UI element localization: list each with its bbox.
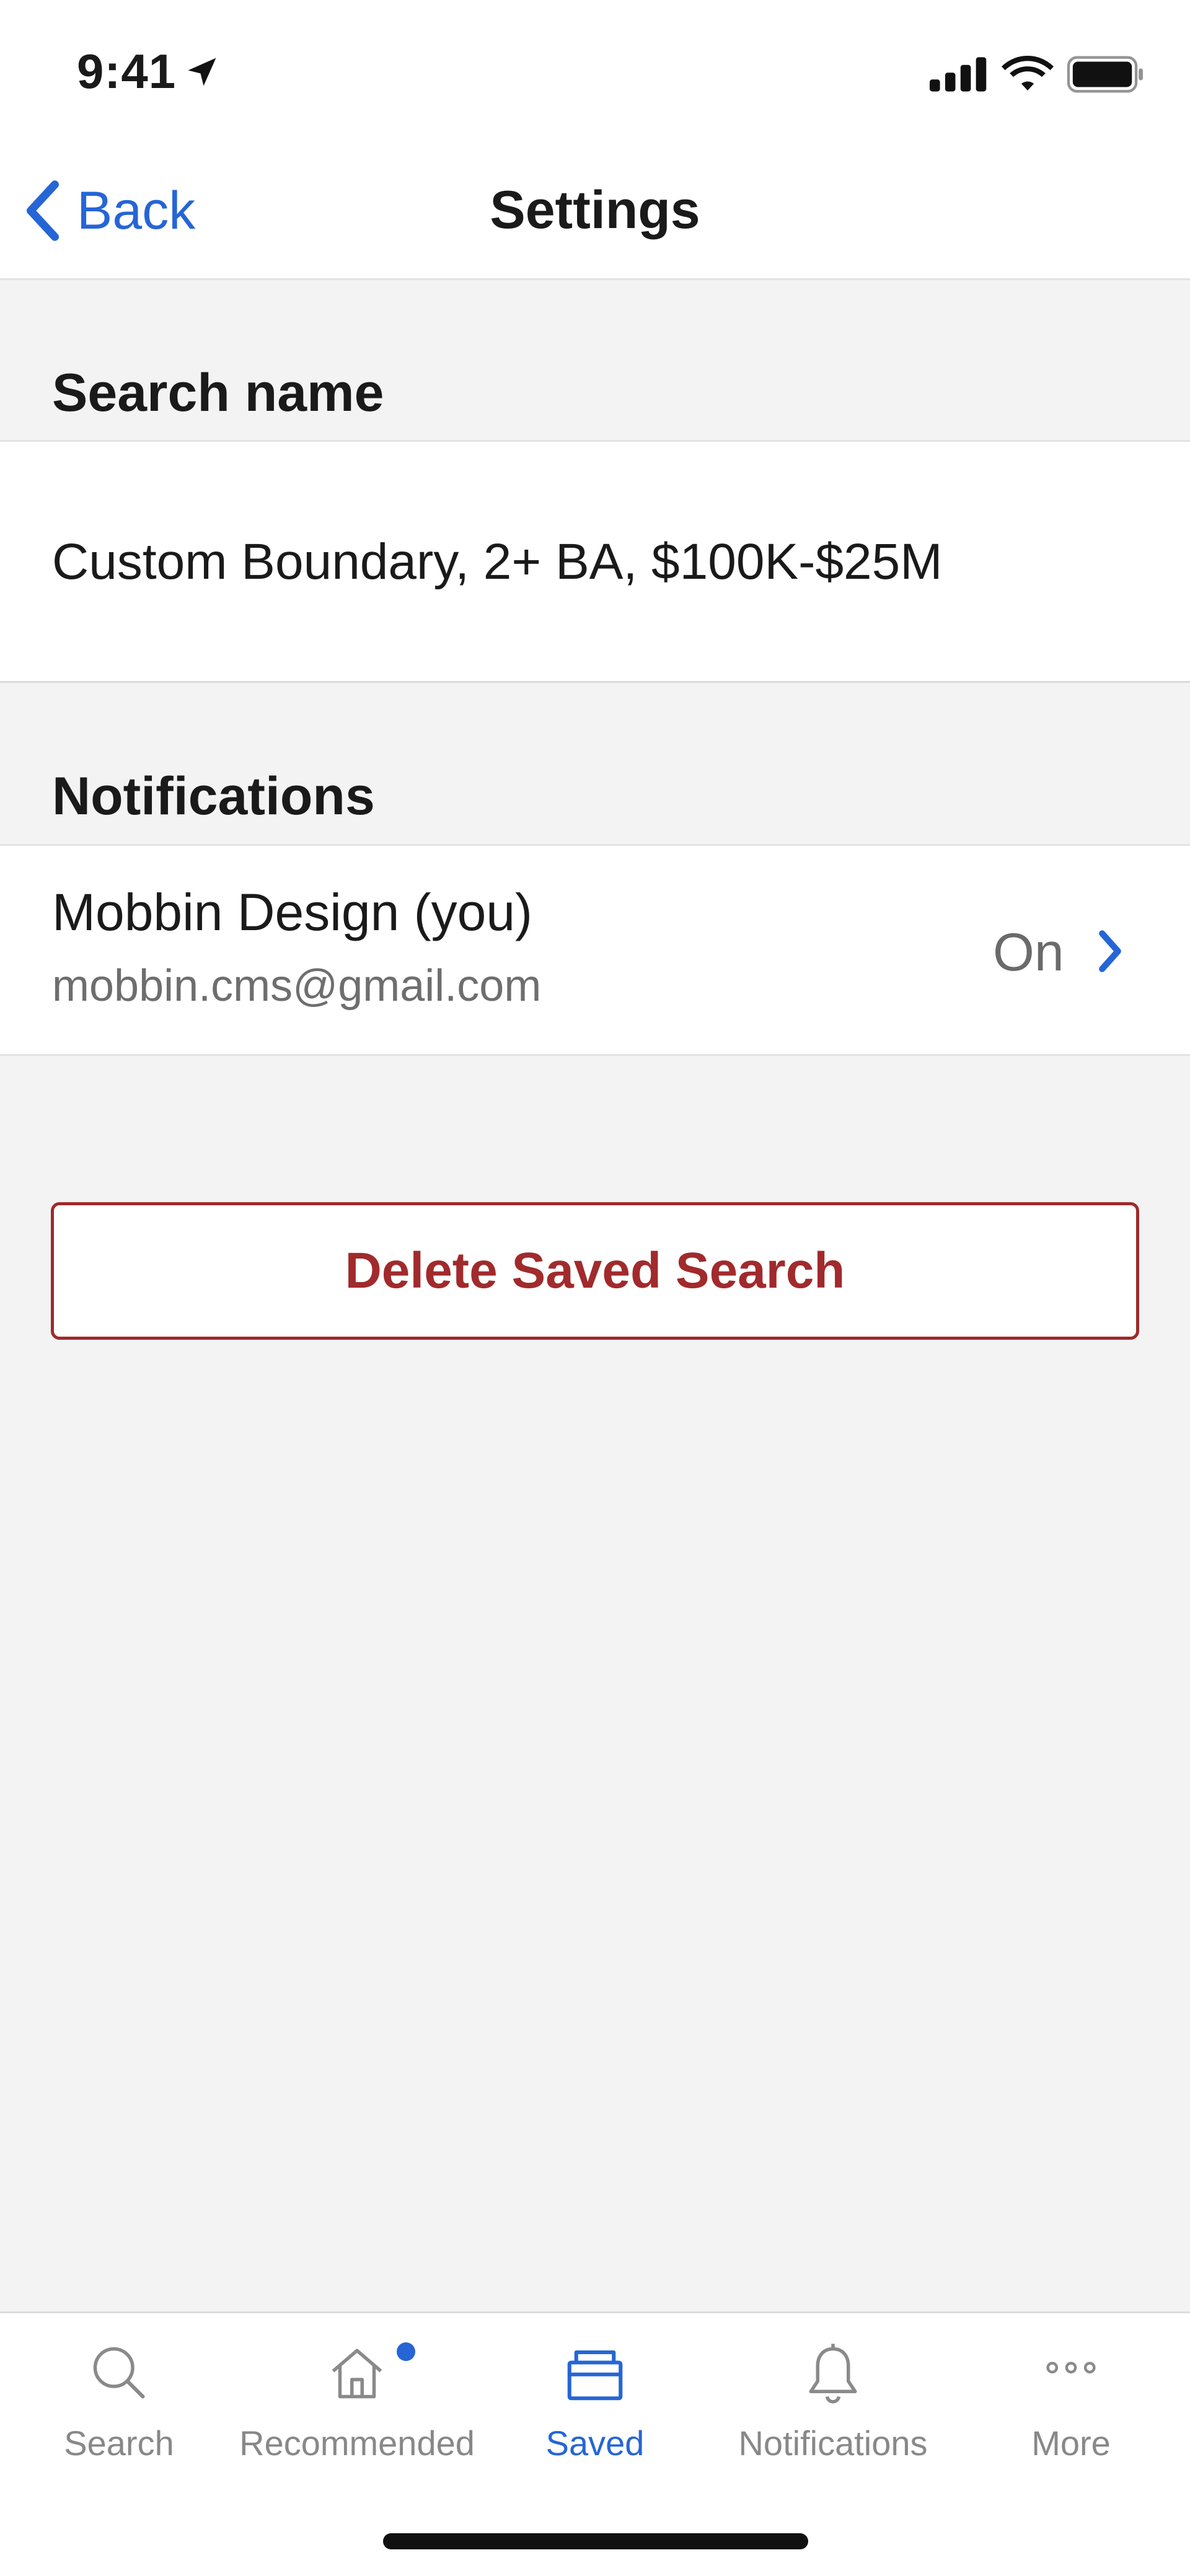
tab-recommended[interactable]: Recommended [238,2330,476,2473]
recipient-name: Mobbin Design (you) [52,883,533,941]
notification-status: On [993,923,1064,982]
bell-icon [809,2344,857,2404]
tab-search-label: Search [64,2424,174,2463]
search-icon [93,2347,145,2399]
home-indicator [383,2533,808,2549]
folder-icon [567,2350,623,2401]
status-time: 9:41 [77,44,177,99]
page-title: Settings [490,180,700,240]
delete-saved-search-button[interactable]: Delete Saved Search [51,1202,1139,1340]
recipient-email: mobbin.cms@gmail.com [52,961,542,1011]
more-icon [1046,2362,1096,2374]
home-icon [332,2349,382,2399]
wifi-icon [1002,56,1054,90]
search-name-header: Search name [52,363,384,423]
chevron-right-icon [1099,930,1121,972]
cellular-signal-icon [930,57,987,92]
tab-notifications[interactable]: Notifications [714,2330,952,2473]
location-arrow-icon [188,58,216,86]
notifications-header: Notifications [52,767,375,826]
tab-saved[interactable]: Saved [476,2330,714,2473]
recommended-badge-dot [397,2342,415,2361]
tab-saved-label: Saved [545,2424,645,2463]
tab-search[interactable]: Search [0,2330,238,2473]
battery-icon [1067,56,1143,93]
tab-more[interactable]: More [952,2330,1190,2473]
tab-notifications-label: Notifications [738,2424,928,2463]
search-name-value: Custom Boundary, 2+ BA, $100K-$25M [52,534,943,590]
tab-recommended-label: Recommended [239,2424,475,2463]
tab-more-label: More [1031,2424,1111,2463]
